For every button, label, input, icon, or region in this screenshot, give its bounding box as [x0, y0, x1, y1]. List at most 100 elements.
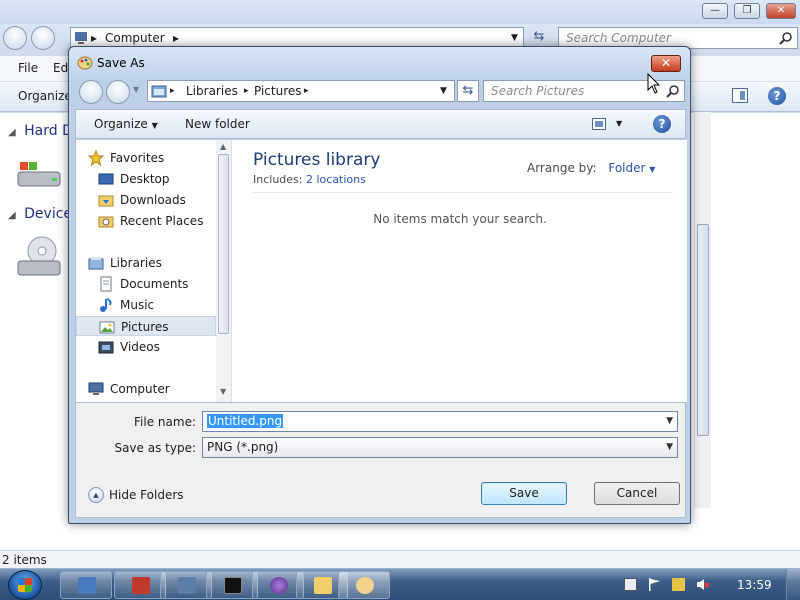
nav-recent-places[interactable]: Recent Places: [76, 211, 216, 231]
nav-libraries[interactable]: Libraries: [76, 253, 216, 273]
music-icon: [100, 298, 112, 312]
nav-downloads[interactable]: Downloads: [76, 190, 216, 210]
windows-logo-icon: [18, 578, 32, 592]
nav-desktop[interactable]: Desktop: [76, 169, 216, 189]
command-prompt-icon: [224, 577, 242, 594]
dialog-bottom-panel: File name: Untitled.png ▼ Save as type: …: [75, 402, 686, 518]
content-pane: Pictures library Includes: 2 locations A…: [233, 140, 687, 402]
clock[interactable]: 13:59: [737, 578, 772, 592]
search-icon: [779, 32, 792, 45]
nav-computer[interactable]: Computer: [76, 379, 216, 399]
background-help-icon[interactable]: ?: [768, 87, 786, 105]
new-folder-button[interactable]: New folder: [185, 117, 250, 131]
computer-icon: [75, 32, 87, 44]
address-segment-libraries[interactable]: Libraries: [186, 84, 238, 98]
dialog-titlebar[interactable]: Save As ✕: [69, 47, 690, 79]
taskbar-app-paint[interactable]: [338, 571, 390, 599]
navigation-pane: Favorites Desktop Downloads Recent Place…: [76, 140, 232, 402]
arrange-by: Arrange by: Folder ▼: [527, 161, 655, 175]
collapse-triangle-icon[interactable]: ◢: [8, 210, 16, 221]
group-devices: ◢ Device: [8, 206, 72, 222]
background-organize-button[interactable]: Organize: [18, 89, 72, 103]
recent-places-icon: [98, 216, 114, 228]
dialog-address-bar[interactable]: ▸ Libraries ▸ Pictures ▸ ▼: [147, 80, 455, 102]
library-includes: Includes: 2 locations: [253, 173, 366, 186]
scroll-down-icon[interactable]: ▼: [220, 387, 226, 396]
dialog-toolbar: Organize ▼ New folder ▼ ?: [75, 109, 686, 139]
nav-favorites[interactable]: Favorites: [76, 148, 216, 168]
taskbar-app-1[interactable]: [60, 571, 112, 599]
background-scroll-thumb[interactable]: [697, 224, 709, 436]
file-name-input[interactable]: Untitled.png ▼: [202, 411, 678, 432]
nav-videos-label: Videos: [120, 340, 160, 354]
paint-icon: [356, 577, 374, 594]
address-chevron-icon: ▸: [173, 31, 180, 45]
tray-document-icon[interactable]: [624, 578, 637, 591]
save-button[interactable]: Save: [481, 482, 567, 505]
address-dropdown-icon[interactable]: ▼: [440, 86, 447, 96]
divider: [253, 192, 673, 193]
hard-drive-icon[interactable]: [16, 158, 62, 192]
scroll-up-icon[interactable]: ▲: [220, 142, 226, 151]
taskbar-app-2[interactable]: [114, 571, 166, 599]
network-icon: [178, 577, 196, 594]
flag-icon[interactable]: [648, 578, 661, 591]
documents-icon: [100, 276, 112, 292]
view-options-icon[interactable]: [592, 118, 606, 130]
background-minimize-button[interactable]: —: [702, 3, 728, 19]
start-button[interactable]: [8, 570, 42, 600]
nav-documents-label: Documents: [120, 277, 189, 291]
taskbar-app-3[interactable]: [160, 571, 212, 599]
nav-documents[interactable]: Documents: [76, 274, 216, 294]
item-count: 2 items: [2, 553, 47, 567]
taskbar: 13:59: [0, 568, 800, 600]
dvd-drive-icon[interactable]: [16, 235, 66, 279]
back-icon[interactable]: [3, 26, 27, 50]
file-name-dropdown-icon[interactable]: ▼: [666, 416, 673, 426]
arrange-by-dropdown[interactable]: Folder ▼: [608, 161, 655, 175]
nav-scroll-thumb[interactable]: [218, 154, 229, 334]
save-as-type-select[interactable]: PNG (*.png) ▼: [202, 437, 678, 458]
recent-locations-dropdown-icon[interactable]: ▼: [133, 85, 139, 94]
forward-icon[interactable]: [31, 26, 55, 50]
preview-pane-icon[interactable]: [732, 88, 748, 103]
save-as-type-dropdown-icon[interactable]: ▼: [666, 442, 673, 452]
save-as-type-label: Save as type:: [114, 441, 196, 455]
show-desktop-button[interactable]: [786, 569, 800, 600]
taskbar-app-4[interactable]: [206, 571, 258, 599]
cancel-button[interactable]: Cancel: [594, 482, 680, 505]
address-chevron-icon[interactable]: ▸: [304, 86, 309, 96]
nav-pictures[interactable]: Pictures: [76, 316, 216, 336]
address-segment-pictures[interactable]: Pictures: [254, 84, 302, 98]
background-statusbar: 2 items: [0, 550, 800, 568]
collapse-triangle-icon[interactable]: ◢: [8, 127, 16, 138]
help-icon[interactable]: ?: [653, 115, 671, 133]
dialog-close-button[interactable]: ✕: [651, 55, 681, 72]
background-close-button[interactable]: ✕: [766, 3, 796, 19]
nav-music[interactable]: Music: [76, 295, 216, 315]
menu-edit[interactable]: Ed: [53, 61, 68, 75]
address-segment-computer[interactable]: Computer: [105, 31, 165, 45]
dialog-title: Save As: [97, 56, 145, 70]
menu-file[interactable]: File: [18, 61, 38, 75]
address-chevron-icon: ▸: [170, 86, 175, 96]
videos-icon: [98, 341, 114, 354]
volume-muted-icon[interactable]: [696, 578, 710, 591]
dialog-forward-icon[interactable]: [106, 80, 130, 104]
address-chevron-icon: ▸: [91, 31, 98, 45]
refresh-icon[interactable]: ⇆: [457, 80, 479, 102]
nav-videos[interactable]: Videos: [76, 337, 216, 357]
nav-recent-places-label: Recent Places: [120, 214, 204, 228]
address-dropdown-icon[interactable]: ▼: [511, 33, 518, 43]
view-dropdown-icon[interactable]: ▼: [616, 119, 622, 128]
dialog-back-icon[interactable]: [79, 80, 103, 104]
chevron-down-icon: ▼: [649, 165, 656, 174]
network-tray-icon[interactable]: [672, 578, 685, 591]
organize-button[interactable]: Organize ▼: [94, 117, 158, 131]
locations-link[interactable]: 2 locations: [306, 173, 366, 186]
nav-desktop-label: Desktop: [120, 172, 170, 186]
background-scrollbar[interactable]: [694, 112, 711, 508]
dialog-body: Favorites Desktop Downloads Recent Place…: [75, 140, 687, 402]
background-maximize-button[interactable]: ❐: [734, 3, 760, 19]
nav-scrollbar[interactable]: ▲ ▼: [216, 140, 231, 402]
